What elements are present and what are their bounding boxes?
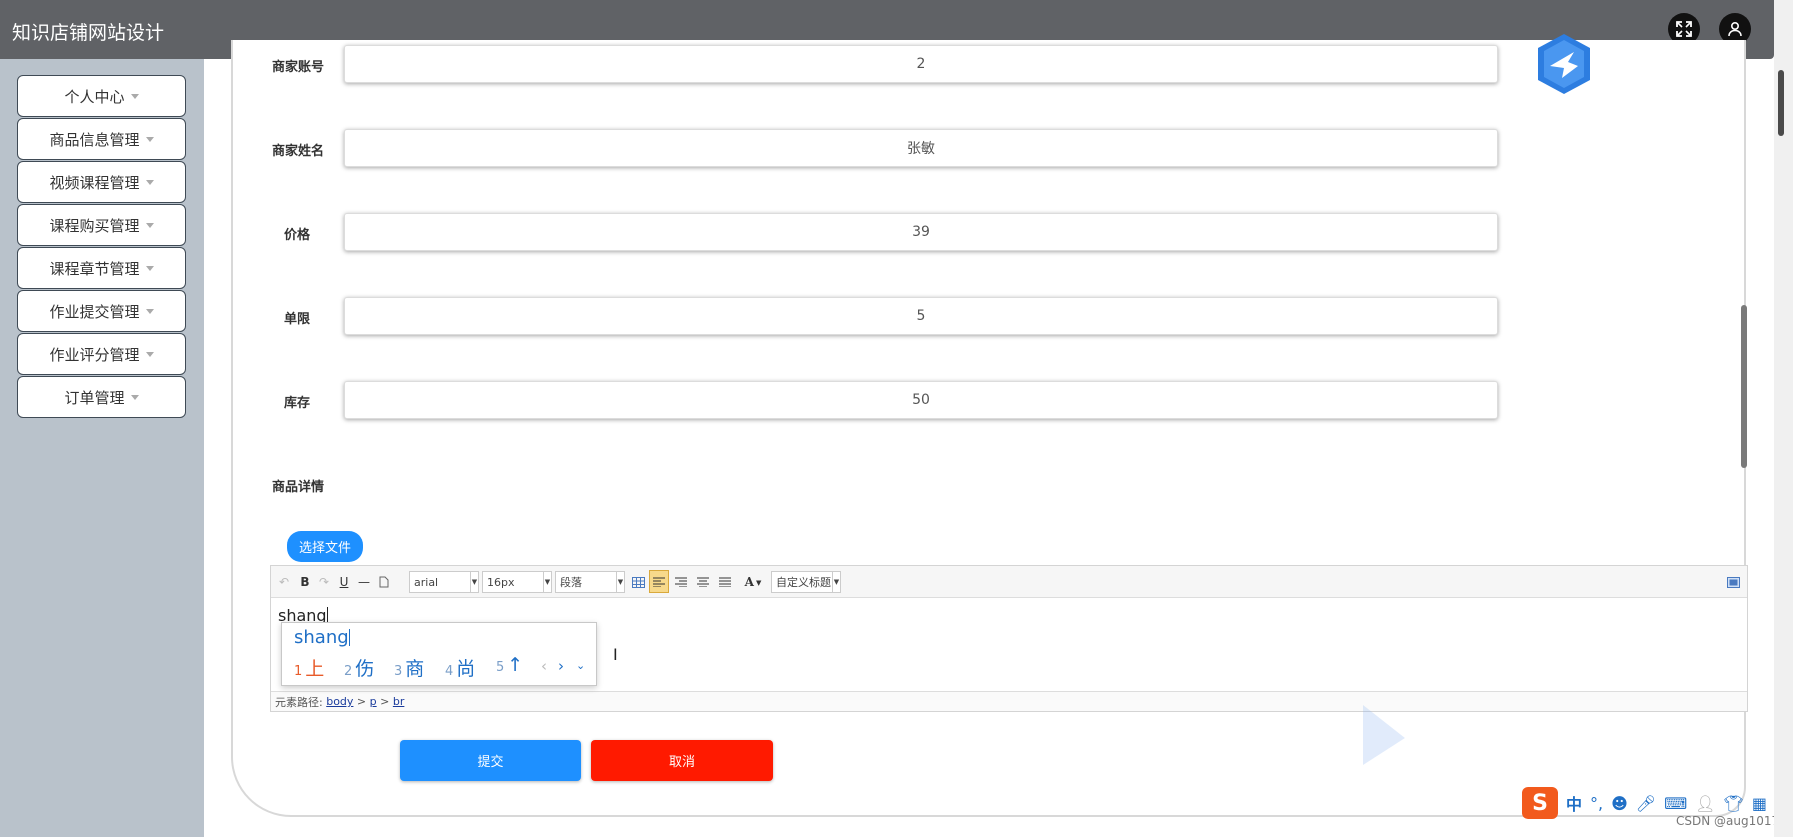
sidebar: 个人中心 商品信息管理 视频课程管理 课程购买管理 课程章节管理 作业提交管理 … — [0, 59, 204, 837]
editor-toolbar: ↶ B ↷ U — arial ▼ 16px ▼ 段落 ▼ A ▼ 自定义标题 ▼ — [271, 566, 1747, 598]
ime-candidate[interactable]: 5 ↑ — [496, 654, 523, 676]
undo-icon[interactable]: ↶ — [277, 573, 291, 591]
skin-icon[interactable]: 👕︎ — [1724, 794, 1744, 813]
align-center-icon[interactable] — [695, 573, 711, 591]
field-label-product-details: 商品详情 — [272, 480, 325, 495]
field-label-merchant-account: 商家账号 — [272, 60, 325, 75]
ime-candidate[interactable]: 3商 — [394, 654, 424, 681]
price-input[interactable]: 39 — [344, 213, 1498, 251]
caret-down-icon — [145, 351, 154, 357]
field-label-stock: 库存 — [284, 396, 311, 411]
sidebar-item-homework-submit[interactable]: 作业提交管理 — [17, 290, 186, 332]
sidebar-item-video-course[interactable]: 视频课程管理 — [17, 161, 186, 203]
ime-candidate[interactable]: 1上 — [294, 654, 324, 681]
app-title: 知识店铺网站设计 — [12, 22, 165, 44]
caret-down-icon — [130, 93, 139, 99]
microphone-icon[interactable]: 🎤︎ — [1636, 794, 1656, 813]
caret-down-icon — [145, 265, 154, 271]
path-item-body[interactable]: body — [326, 695, 353, 708]
stock-input[interactable]: 50 — [344, 381, 1498, 419]
panel-scrollbar[interactable] — [1741, 305, 1747, 468]
merchant-account-input[interactable]: 2 — [344, 45, 1498, 83]
ime-candidate[interactable]: 2伤 — [344, 654, 374, 681]
sidebar-item-personal-center[interactable]: 个人中心 — [17, 75, 186, 117]
field-label-limit: 单限 — [284, 312, 311, 327]
user-icon[interactable]: 👤︎ — [1695, 794, 1715, 813]
punctuation-icon[interactable]: °, — [1590, 794, 1603, 813]
document-icon[interactable] — [377, 573, 391, 591]
caret-down-icon — [145, 222, 154, 228]
bold-icon[interactable]: B — [298, 573, 312, 591]
submit-button[interactable]: 提交 — [400, 740, 581, 781]
align-justify-icon[interactable] — [717, 573, 733, 591]
field-label-price: 价格 — [284, 228, 311, 243]
fullscreen-icon — [1676, 21, 1692, 37]
ime-prev-page-icon[interactable]: ‹ — [541, 657, 547, 675]
caret-down-icon — [145, 136, 154, 142]
csdn-watermark: CSDN @aug1017 — [1676, 814, 1780, 828]
font-size-select[interactable]: 16px ▼ — [482, 571, 552, 593]
align-left-icon[interactable] — [649, 570, 669, 593]
sidebar-item-product-info[interactable]: 商品信息管理 — [17, 118, 186, 160]
align-right-icon[interactable] — [673, 573, 689, 591]
keyboard-icon[interactable]: ⌨ — [1664, 794, 1687, 813]
ime-next-page-icon[interactable]: › — [558, 657, 564, 675]
caret-down-icon — [130, 394, 139, 400]
sidebar-item-orders[interactable]: 订单管理 — [17, 376, 186, 418]
ime-language-toggle[interactable]: 中 — [1566, 791, 1582, 815]
text-cursor-icon: I — [613, 645, 618, 664]
sidebar-item-course-chapter[interactable]: 课程章节管理 — [17, 247, 186, 289]
limit-input[interactable]: 5 — [344, 297, 1498, 335]
redo-icon[interactable]: ↷ — [317, 573, 331, 591]
fullscreen-editor-icon[interactable] — [1725, 573, 1741, 591]
sidebar-item-homework-score[interactable]: 作业评分管理 — [17, 333, 186, 375]
ime-candidate-window: shang 1上 2伤 3商 4尚 5 ↑ ‹ › ⌄ — [281, 622, 597, 686]
emoji-icon[interactable]: ☻ — [1611, 794, 1628, 813]
underline-icon[interactable]: U — [337, 573, 351, 591]
custom-title-select[interactable]: 自定义标题 ▼ — [771, 571, 841, 593]
faint-logo-icon — [1355, 700, 1415, 770]
dropdown-arrow-icon: ▼ — [470, 572, 478, 592]
font-family-select[interactable]: arial ▼ — [409, 571, 479, 593]
ime-candidate[interactable]: 4尚 — [445, 654, 475, 681]
ime-expand-icon[interactable]: ⌄ — [576, 659, 585, 672]
caret-down-icon — [145, 308, 154, 314]
user-avatar-icon — [1728, 21, 1742, 37]
path-item-p[interactable]: p — [370, 695, 377, 708]
window-scrollbar-thumb[interactable] — [1778, 70, 1784, 136]
table-icon[interactable] — [630, 573, 646, 591]
sogou-ime-logo-icon[interactable]: S — [1522, 787, 1558, 819]
select-file-button[interactable]: 选择文件 — [287, 531, 363, 562]
sidebar-item-course-purchase[interactable]: 课程购买管理 — [17, 204, 186, 246]
merchant-name-input[interactable]: 张敏 — [344, 129, 1498, 167]
paragraph-select[interactable]: 段落 ▼ — [555, 571, 625, 593]
dropdown-arrow-icon: ▼ — [832, 572, 840, 592]
dropdown-arrow-icon: ▼ — [616, 572, 624, 592]
horizontal-rule-icon[interactable]: — — [357, 573, 371, 591]
dropdown-arrow-icon: ▼ — [543, 572, 551, 592]
ime-composition-text: shang — [294, 627, 349, 648]
bird-logo-icon — [1534, 32, 1594, 96]
path-item-br[interactable]: br — [393, 695, 405, 708]
ime-caret — [348, 629, 350, 646]
field-label-merchant-name: 商家姓名 — [272, 144, 325, 159]
cancel-button[interactable]: 取消 — [591, 740, 773, 781]
caret-down-icon — [145, 179, 154, 185]
font-color-icon[interactable]: A ▼ — [741, 573, 765, 591]
element-path-bar: 元素路径: body > p > br — [271, 691, 1747, 711]
toolbox-icon[interactable]: ▦ — [1752, 794, 1767, 813]
